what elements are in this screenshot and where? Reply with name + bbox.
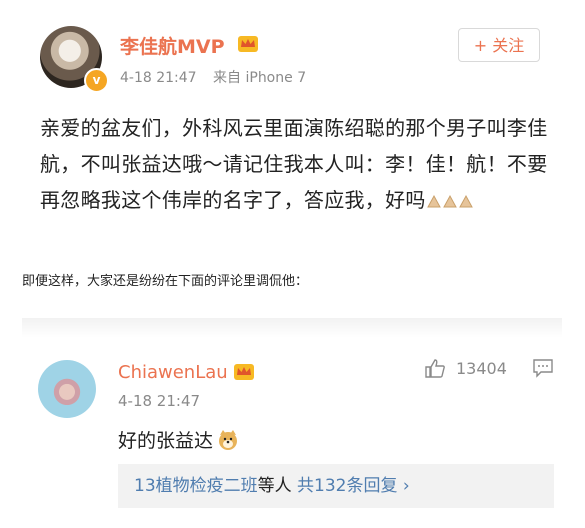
post-username[interactable]: 李佳航MVP: [120, 32, 225, 59]
reply-group-link[interactable]: 13植物检疫二班: [134, 476, 258, 496]
doge-emoji-icon: [219, 430, 238, 450]
comment-text: 好的张益达: [118, 430, 214, 452]
post-meta: 4-18 21:47 来自 iPhone 7: [120, 67, 318, 87]
comment-username[interactable]: ChiawenLau: [118, 362, 228, 383]
commenter-avatar[interactable]: [38, 360, 96, 418]
post-source: 来自 iPhone 7: [213, 70, 307, 86]
clap-emoji-icon: [426, 188, 474, 212]
comment-body: 好的张益达: [118, 426, 239, 453]
verified-icon: v: [84, 68, 109, 93]
weibo-post-card: v 李佳航MVP 4-18 21:47 来自 iPhone 7 + 关注 亲爱的…: [22, 10, 562, 255]
reply-icon[interactable]: [532, 358, 554, 378]
divider: [22, 318, 562, 338]
reply-total-link[interactable]: 共132条回复 ›: [297, 476, 410, 496]
like-count: 13404: [456, 358, 507, 378]
article-caption: 即便这样，大家还是纷纷在下面的评论里调侃他：: [22, 274, 309, 289]
like-icon: [425, 359, 445, 378]
crown-icon: [234, 364, 254, 380]
crown-icon: [238, 36, 258, 52]
comment-card: ChiawenLau 4-18 21:47 13404 好的张益达 13植物检疫…: [22, 338, 562, 523]
replies-summary[interactable]: 13植物检疫二班等人 共132条回复 ›: [118, 464, 554, 508]
post-body: 亲爱的盆友们，外科风云里面演陈绍聪的那个男子叫李佳航，不叫张益达哦～请记住我本人…: [40, 110, 556, 218]
comment-time: 4-18 21:47: [118, 392, 201, 410]
like-button[interactable]: 13404: [424, 356, 507, 380]
post-time: 4-18 21:47: [120, 70, 197, 86]
follow-button[interactable]: + 关注: [458, 28, 540, 62]
reply-middle-text: 等人: [257, 476, 292, 496]
